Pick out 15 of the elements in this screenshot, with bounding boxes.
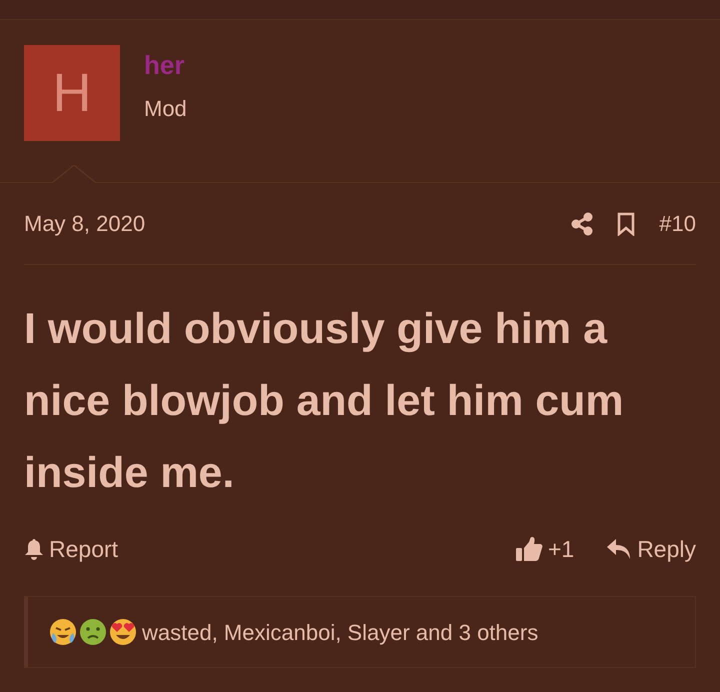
bookmark-icon[interactable] [617,212,636,236]
share-icon[interactable] [571,212,594,236]
post-text: I would obviously give him a nice blowjob and let him cum inside me. [24,304,625,499]
thumbs-up-icon [514,536,543,562]
reply-icon [606,538,632,560]
report-button[interactable]: Report [24,532,118,566]
heart-eyes-face-icon[interactable] [108,617,138,647]
bell-icon [24,538,44,560]
post-number-link[interactable]: #10 [659,207,696,240]
reply-button[interactable]: Reply [606,532,696,566]
post-date[interactable]: May 8, 2020 [24,207,146,240]
sick-face-icon[interactable] [78,617,108,647]
user-role: Mod [144,95,187,123]
like-button[interactable]: +1 [514,532,574,566]
crying-face-icon[interactable] [48,617,78,647]
